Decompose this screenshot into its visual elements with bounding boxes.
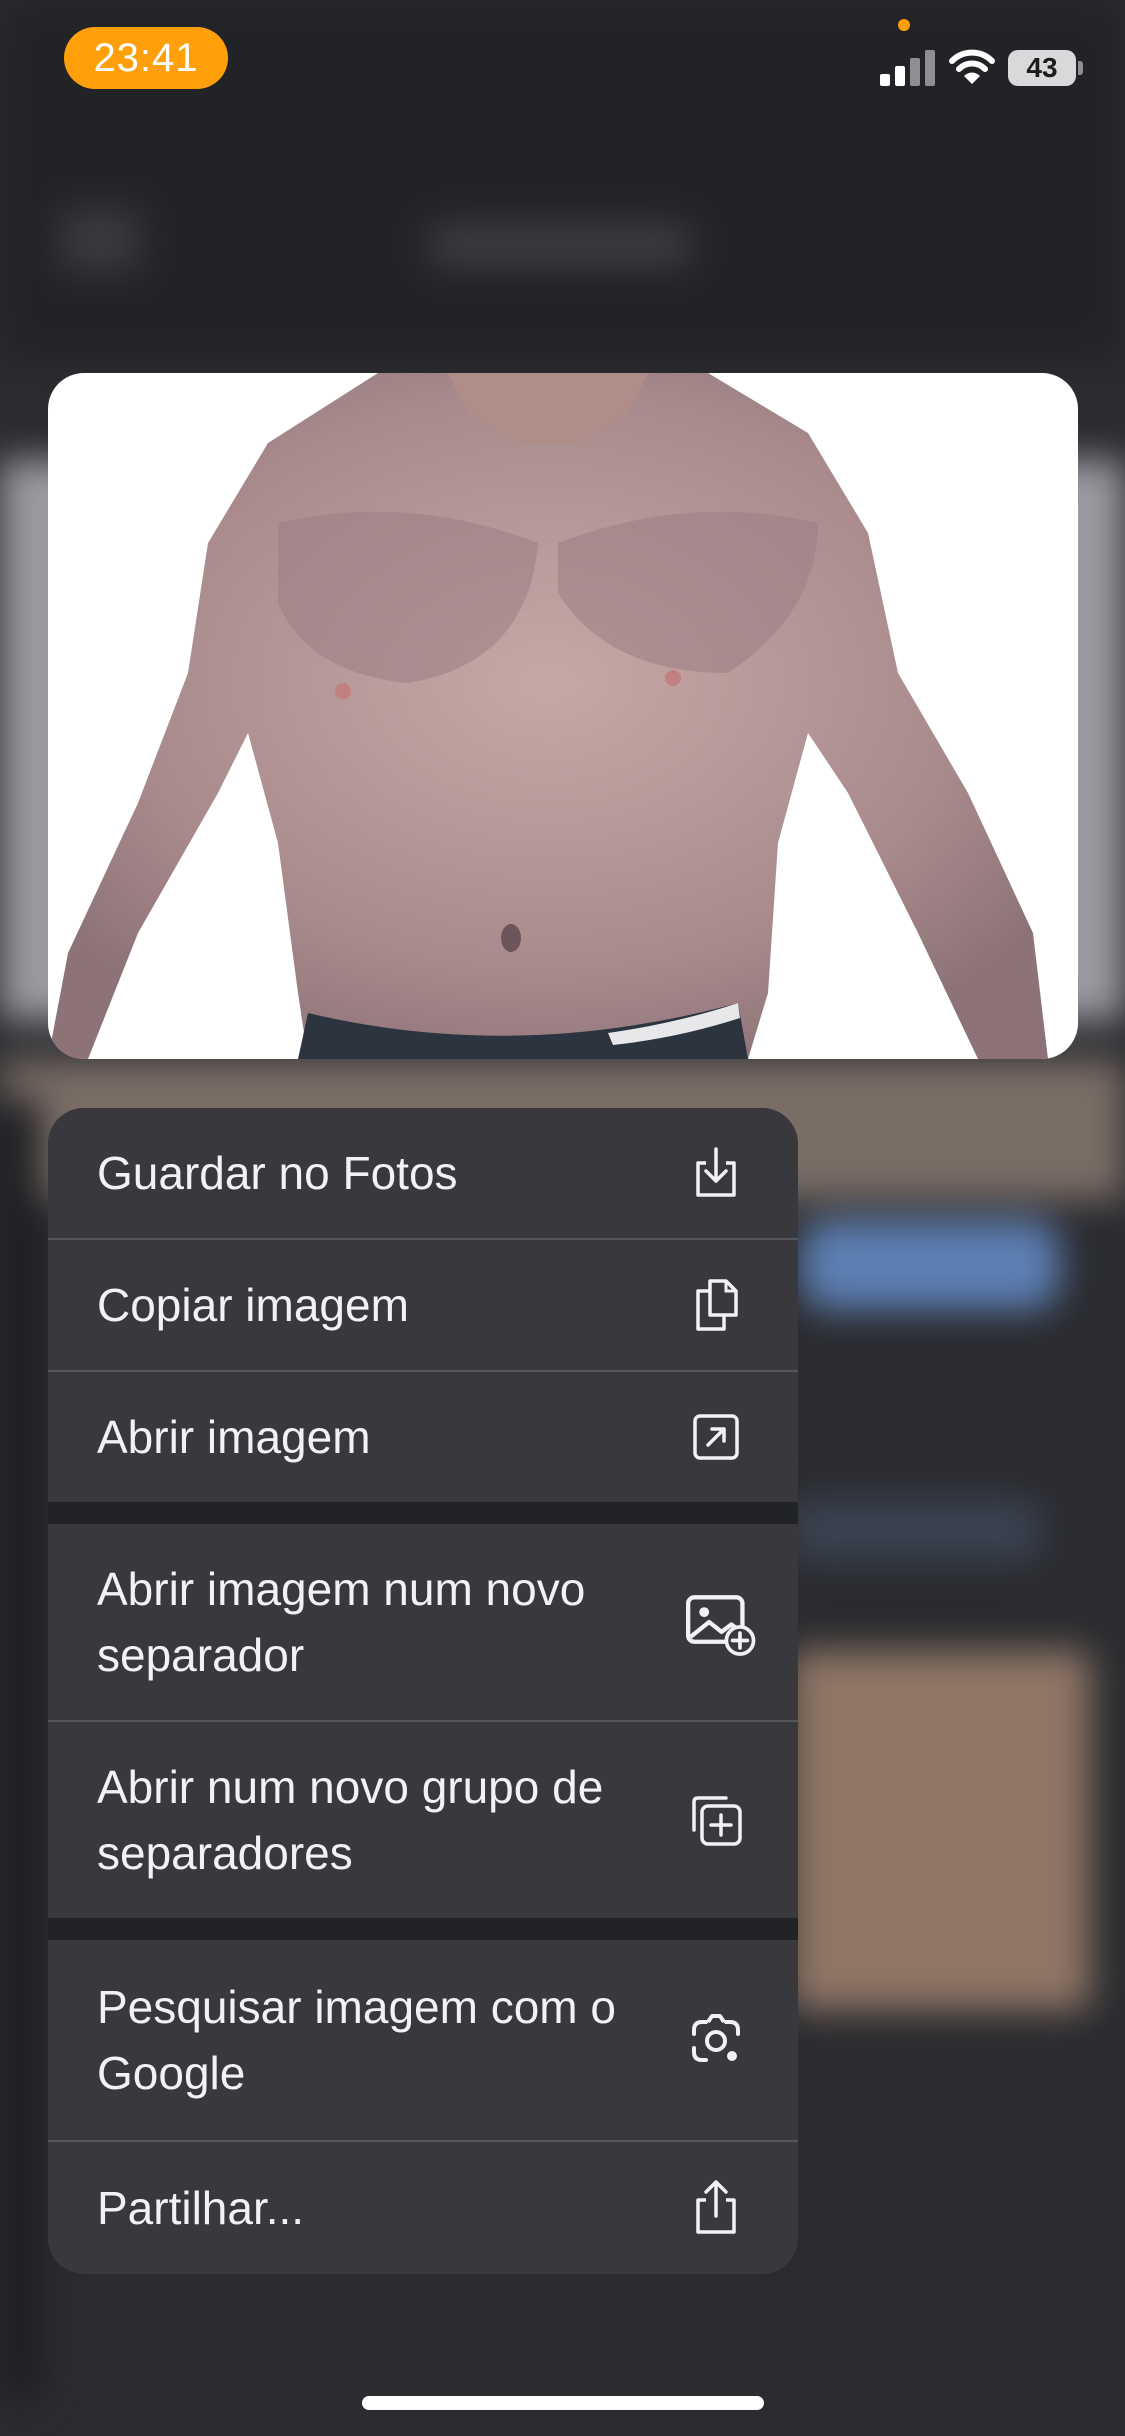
menu-item-label: Copiar imagem (97, 1279, 409, 1331)
menu-item-share[interactable]: Partilhar... (48, 2142, 798, 2274)
image-add-icon (686, 1595, 756, 1656)
menu-item-search-with-google[interactable]: Pesquisar imagem com o Google (48, 1940, 798, 2140)
wifi-icon (949, 49, 995, 84)
status-time: 23:41 (64, 27, 228, 89)
tab-group-add-icon (692, 1796, 742, 1846)
battery-cap (1078, 61, 1083, 75)
menu-group-gap (48, 1502, 798, 1524)
menu-item-open-in-new-tab[interactable]: Abrir imagem num novo separador (48, 1524, 798, 1720)
open-external-icon (693, 1414, 739, 1460)
photo-preview-icon (48, 373, 1048, 1059)
menu-item-label: Partilhar... (97, 2182, 305, 2234)
menu-item-open-image[interactable]: Abrir imagem (48, 1372, 798, 1502)
menu-item-label: Abrir imagem num novo separador (97, 1563, 586, 1681)
menu-group-gap (48, 1918, 798, 1940)
menu-item-label: Abrir imagem (97, 1411, 371, 1463)
home-indicator[interactable] (362, 2396, 764, 2410)
image-preview[interactable] (48, 373, 1078, 1059)
privacy-indicator-dot (898, 19, 910, 31)
menu-item-open-in-new-tab-group[interactable]: Abrir num novo grupo de separadores (48, 1722, 798, 1918)
menu-item-save-to-photos[interactable]: Guardar no Fotos (48, 1108, 798, 1238)
cellular-signal-icon (880, 50, 936, 86)
context-menu: Guardar no Fotos Copiar imagem Abrir ima… (48, 1108, 798, 2274)
battery-indicator: 43 (1008, 50, 1076, 86)
google-lens-icon (692, 2014, 740, 2062)
save-to-photos-icon (696, 1147, 736, 1197)
menu-item-label: Pesquisar imagem com o Google (97, 1981, 616, 2099)
share-icon (696, 2180, 736, 2234)
menu-item-label: Guardar no Fotos (97, 1147, 458, 1199)
menu-item-label: Abrir num novo grupo de separadores (97, 1761, 604, 1879)
copy-icon (696, 1279, 738, 1331)
menu-item-copy-image[interactable]: Copiar imagem (48, 1240, 798, 1370)
